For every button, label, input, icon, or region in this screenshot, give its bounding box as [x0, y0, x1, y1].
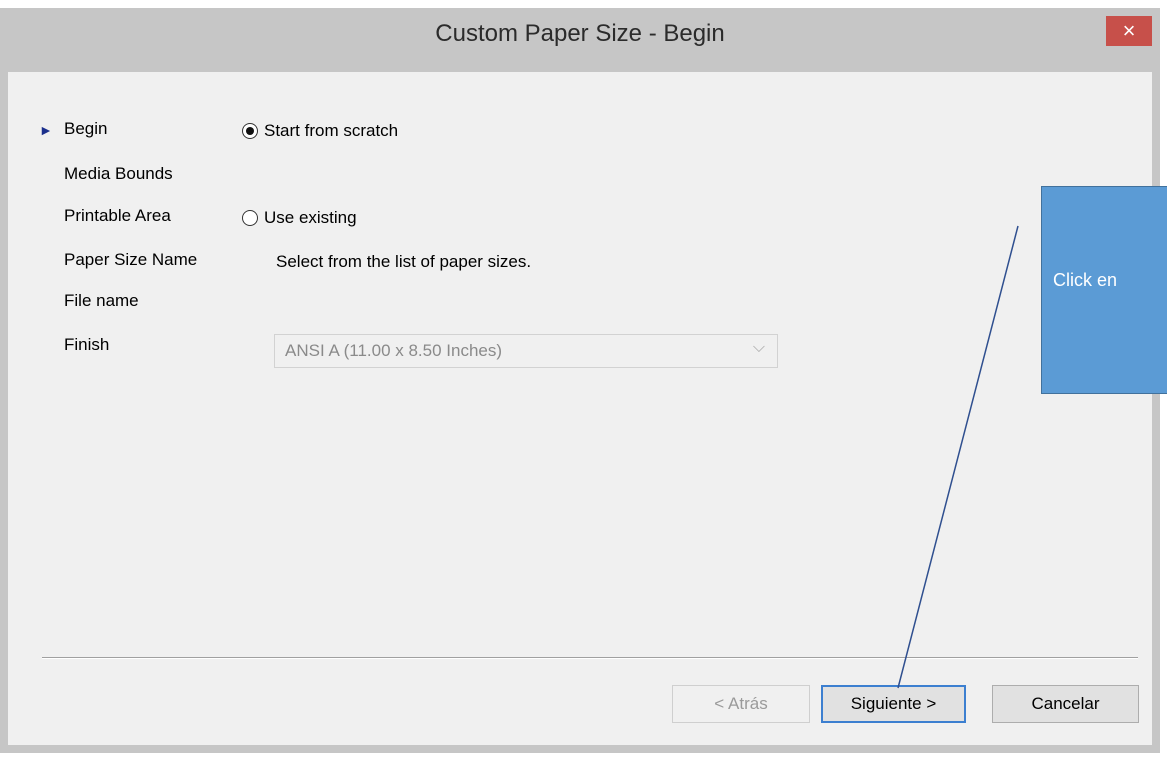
use-existing-label: Use existing	[264, 208, 357, 227]
use-existing-radio[interactable]	[242, 210, 258, 226]
nav-step-file-name: File name	[64, 291, 139, 310]
custom-paper-size-dialog: Custom Paper Size - Begin ×	[0, 8, 1160, 753]
paper-size-select[interactable]: ANSI A (11.00 x 8.50 Inches) ⌵	[274, 334, 778, 368]
nav-step-printable-area: Printable Area	[64, 206, 171, 225]
close-icon: ×	[1122, 18, 1136, 43]
cancel-button[interactable]: Cancelar	[992, 685, 1139, 723]
next-button[interactable]: Siguiente >	[821, 685, 966, 723]
back-button[interactable]: < Atrás	[672, 685, 810, 723]
annotation-callout: Click en	[1041, 186, 1167, 394]
paper-size-select-value: ANSI A (11.00 x 8.50 Inches)	[285, 341, 503, 360]
chevron-down-icon: ⌵	[752, 339, 765, 356]
start-from-scratch-radio[interactable]	[242, 123, 258, 139]
nav-step-media-bounds: Media Bounds	[64, 164, 173, 183]
start-from-scratch-label: Start from scratch	[264, 121, 399, 140]
close-button[interactable]: ×	[1106, 16, 1152, 46]
paper-size-hint: Select from the list of paper sizes.	[276, 252, 532, 271]
current-step-marker-icon: ►	[39, 122, 53, 138]
nav-step-paper-size-name: Paper Size Name	[64, 250, 198, 269]
use-existing-option[interactable]: Use existing	[242, 208, 357, 228]
nav-step-begin: Begin	[64, 119, 108, 138]
title-bar[interactable]: Custom Paper Size - Begin ×	[8, 8, 1152, 72]
start-from-scratch-option[interactable]: Start from scratch	[242, 121, 398, 141]
button-separator	[42, 657, 1138, 659]
annotation-callout-text: Click en	[1053, 270, 1118, 290]
nav-step-finish: Finish	[64, 335, 110, 354]
dialog-title: Custom Paper Size - Begin	[435, 20, 725, 47]
